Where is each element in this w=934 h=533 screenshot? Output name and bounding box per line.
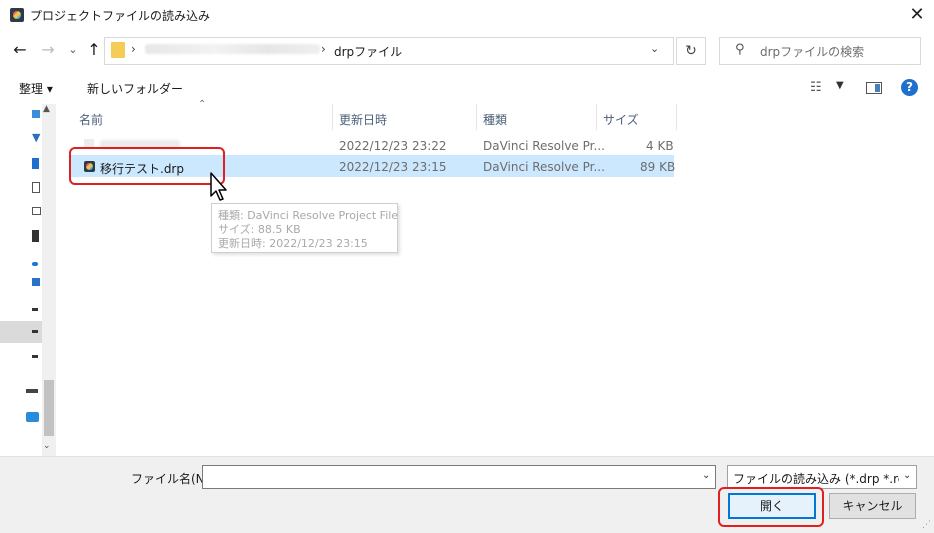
pictures-icon[interactable] [32,207,41,215]
file-size: 89 KB [640,160,676,174]
new-folder-button[interactable]: 新しいフォルダー [87,80,183,97]
search-placeholder: drpファイルの検索 [760,45,865,59]
column-divider[interactable] [676,104,677,130]
preview-pane-icon[interactable] [866,82,882,94]
annotation-highlight-box [69,147,225,185]
column-header-name[interactable]: 名前 [79,111,103,128]
drive-icon[interactable] [32,355,38,358]
network-icon[interactable] [32,278,40,286]
close-button[interactable]: ✕ [900,0,934,30]
search-icon: ⚲ [735,42,745,57]
download-icon[interactable]: ▼ [32,132,42,143]
davinci-app-icon [10,8,24,22]
column-header-modified[interactable]: 更新日時 [339,111,387,128]
view-details-icon[interactable]: ☷ [810,80,822,95]
file-modified: 2022/12/23 23:22 [339,139,447,153]
drive-icon[interactable] [32,308,38,311]
cloud-icon[interactable] [32,262,38,266]
sort-ascending-icon: ⌃ [198,99,207,110]
file-type: DaVinci Resolve Pr... [483,160,605,174]
recent-locations-icon[interactable]: ⌄ [63,40,83,60]
help-icon[interactable]: ? [901,79,918,96]
chevron-down-icon[interactable]: ⌄ [650,42,659,55]
up-folder-icon[interactable]: ↑ [84,40,104,60]
column-header-type[interactable]: 種類 [483,111,507,128]
mouse-pointer-icon [210,172,227,201]
file-modified: 2022/12/23 23:15 [339,160,447,174]
filename-input[interactable] [202,465,716,489]
organize-button[interactable]: 整理 ▾ [19,80,53,97]
column-divider[interactable] [596,104,597,130]
scroll-thumb[interactable] [44,380,54,436]
scroll-down-icon[interactable]: ⌄ [43,441,51,451]
view-dropdown-icon[interactable]: ▼ [836,80,844,91]
file-size: 4 KB [646,139,674,153]
document-icon[interactable] [32,182,40,193]
column-header-size[interactable]: サイズ [603,111,639,128]
documents-icon[interactable] [32,158,39,169]
breadcrumb-blurred-path [145,44,320,54]
breadcrumb-current[interactable]: drpファイル [334,43,402,60]
column-divider[interactable] [476,104,477,130]
cancel-button[interactable]: キャンセル [829,493,916,519]
breadcrumb-chevron-icon[interactable]: › [131,42,136,56]
file-type: DaVinci Resolve Pr... [483,139,605,153]
forward-arrow-icon[interactable]: → [38,40,58,60]
folder-icon [111,42,125,58]
quick-access-icon[interactable] [32,110,40,118]
annotation-highlight-box [718,487,824,527]
back-arrow-icon[interactable]: ← [10,40,30,60]
videos-icon[interactable] [32,230,39,242]
file-type-filter-value: ファイルの読み込み (*.drp *.resolv [733,472,899,486]
chevron-down-icon[interactable]: ⌄ [702,470,710,481]
resize-grip-icon[interactable]: ⋰ [922,520,931,530]
scroll-up-icon[interactable]: ▲ [43,104,50,114]
chevron-down-icon[interactable]: ⌄ [903,470,911,481]
column-divider[interactable] [332,104,333,130]
breadcrumb-chevron-icon[interactable]: › [321,42,326,56]
drive-icon[interactable] [26,389,38,393]
tooltip-date: 更新日時: 2022/12/23 23:15 [218,237,368,250]
window-title: プロジェクトファイルの読み込み [30,9,211,23]
network-drive-icon[interactable] [26,412,39,422]
refresh-button[interactable]: ↻ [676,37,706,65]
drive-icon[interactable] [32,330,38,333]
